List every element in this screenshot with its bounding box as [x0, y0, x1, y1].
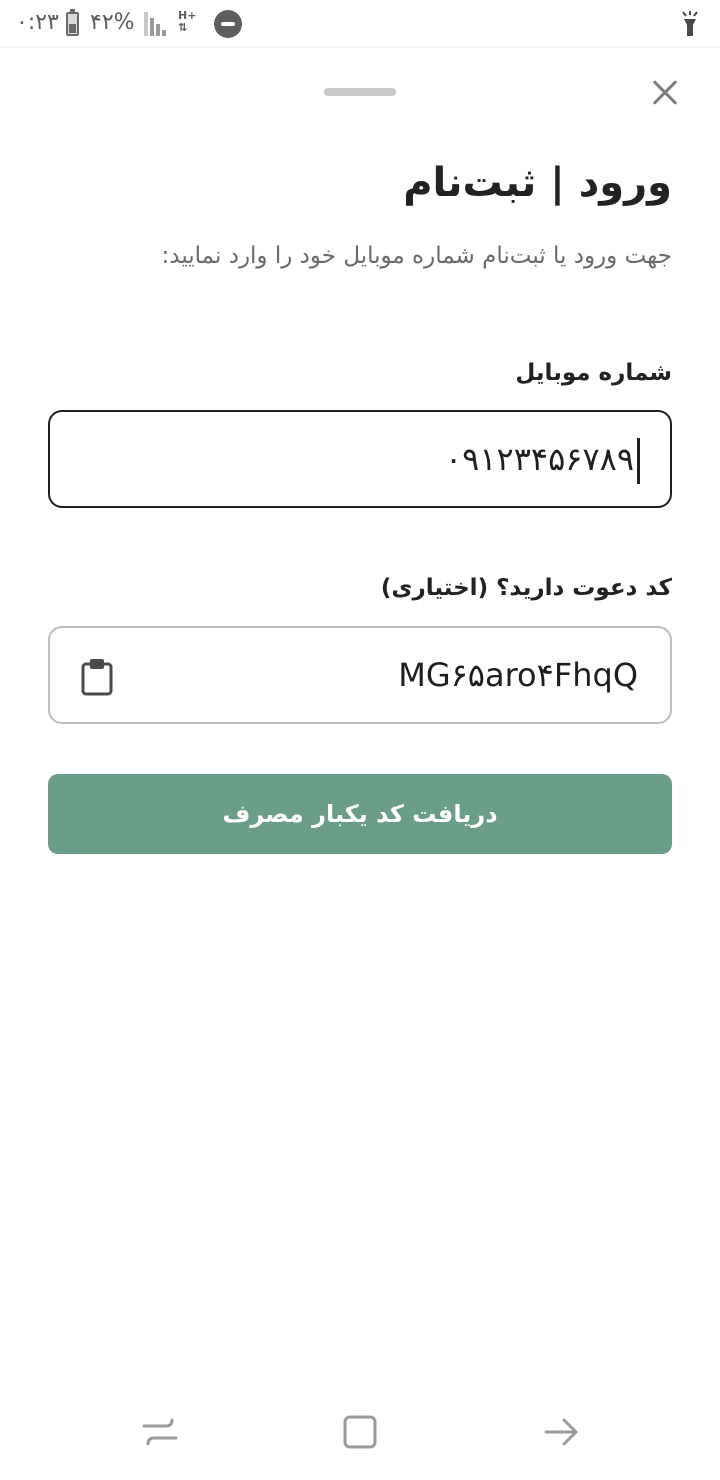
back-icon[interactable]: [542, 1412, 582, 1452]
text-cursor: [637, 438, 640, 484]
battery-percent: ۴۲%: [90, 10, 135, 35]
battery-icon: [66, 9, 79, 36]
drag-handle[interactable]: [324, 88, 396, 96]
mobile-number-value[interactable]: ۰۹۱۲۳۴۵۶۷۸۹: [445, 440, 634, 478]
dnd-icon: [214, 10, 242, 38]
invite-code-field[interactable]: MG۶۵aro۴FhqQ: [48, 626, 672, 724]
invite-code-label: کد دعوت دارید؟ (اختیاری): [380, 575, 672, 601]
close-icon[interactable]: [646, 74, 684, 112]
page-title: ورود | ثبت‌نام: [403, 160, 672, 206]
flashlight-icon: [682, 11, 698, 36]
invite-code-value[interactable]: MG۶۵aro۴FhqQ: [398, 656, 638, 694]
mobile-field-label: شماره موبایل: [515, 360, 672, 386]
recent-apps-icon[interactable]: [140, 1412, 180, 1452]
page-subtitle: جهت ورود یا ثبت‌نام شماره موبایل خود را …: [161, 243, 672, 269]
navigation-bar: [0, 1392, 720, 1480]
network-type: H+: [178, 9, 197, 22]
status-time: ۰:۲۳: [16, 10, 59, 35]
mobile-number-field[interactable]: ۰۹۱۲۳۴۵۶۷۸۹: [48, 410, 672, 508]
hplus-icon: H+ ⇅: [178, 9, 197, 34]
home-icon[interactable]: [340, 1412, 380, 1452]
login-screen: ۰:۲۳ ۴۲% H+ ⇅ ورود | ثبت‌نام جهت ورود یا …: [0, 0, 720, 1480]
clipboard-icon[interactable]: [80, 658, 114, 696]
status-bar: ۰:۲۳ ۴۲% H+ ⇅: [0, 0, 720, 48]
get-otp-button[interactable]: دریافت کد یکبار مصرف: [48, 774, 672, 854]
signal-icon: [144, 12, 170, 36]
